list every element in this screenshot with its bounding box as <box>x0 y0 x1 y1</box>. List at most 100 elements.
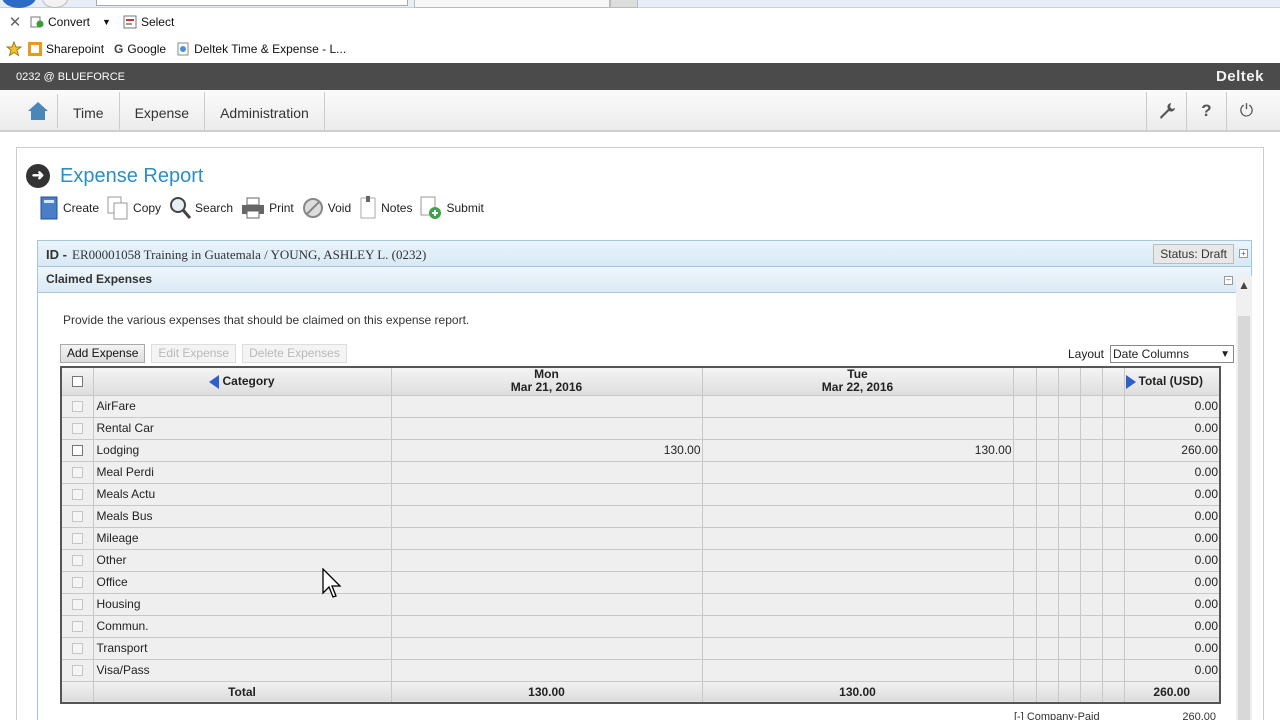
notes-button[interactable]: Notes <box>359 196 412 220</box>
logout-button[interactable]: ⏻ <box>1226 92 1266 130</box>
select-all-checkbox[interactable] <box>71 375 83 387</box>
category-cell[interactable]: Meal Perdi <box>92 460 392 484</box>
mon-amount-cell[interactable] <box>390 658 703 682</box>
table-row[interactable]: Meals Bus 0.00 <box>60 504 1221 528</box>
category-cell[interactable]: Office <box>92 570 392 594</box>
mon-amount-cell[interactable] <box>390 416 703 440</box>
mon-amount-cell[interactable] <box>390 614 703 638</box>
row-checkbox[interactable] <box>71 598 83 610</box>
row-checkbox[interactable] <box>71 422 83 434</box>
convert-button[interactable]: Convert ▼ <box>30 15 111 29</box>
collapse-icon[interactable]: – <box>1224 276 1233 285</box>
mon-amount-cell[interactable] <box>390 460 703 484</box>
tue-amount-cell[interactable] <box>701 592 1014 616</box>
delete-expenses-button[interactable]: Delete Expenses <box>242 344 347 363</box>
table-row[interactable]: Mileage 0.00 <box>60 526 1221 550</box>
table-row[interactable]: Meals Actu 0.00 <box>60 482 1221 506</box>
claimed-expenses-header[interactable]: Claimed Expenses – <box>37 267 1252 293</box>
help-button[interactable]: ? <box>1186 92 1226 130</box>
category-cell[interactable]: Meals Bus <box>92 504 392 528</box>
row-checkbox[interactable] <box>71 576 83 588</box>
tue-amount-cell[interactable] <box>701 394 1014 418</box>
table-row[interactable]: Meal Perdi 0.00 <box>60 460 1221 484</box>
address-bar[interactable] <box>96 0 408 6</box>
mon-amount-cell[interactable] <box>390 504 703 528</box>
table-row[interactable]: Transport 0.00 <box>60 636 1221 660</box>
tue-amount-cell[interactable] <box>701 504 1014 528</box>
vertical-scrollbar[interactable]: ▲ <box>1236 276 1252 720</box>
category-cell[interactable]: Transport <box>92 636 392 660</box>
tue-amount-cell[interactable] <box>701 548 1014 572</box>
row-checkbox[interactable] <box>71 664 83 676</box>
scroll-up-icon[interactable]: ▲ <box>1238 278 1250 292</box>
search-button[interactable]: Search <box>169 196 233 220</box>
close-icon[interactable]: ✕ <box>0 13 30 31</box>
prev-arrow-icon[interactable] <box>209 374 220 389</box>
void-button[interactable]: Void <box>302 197 351 219</box>
row-checkbox[interactable] <box>71 554 83 566</box>
mon-amount-cell[interactable] <box>390 394 703 418</box>
tue-amount-cell[interactable] <box>701 482 1014 506</box>
category-cell[interactable]: Other <box>92 548 392 572</box>
add-expense-button[interactable]: Add Expense <box>60 344 146 363</box>
row-checkbox[interactable] <box>71 466 83 478</box>
mon-amount-cell[interactable] <box>390 548 703 572</box>
tue-amount-cell[interactable] <box>701 526 1014 550</box>
print-button[interactable]: Print <box>241 197 294 219</box>
company-paid-toggle[interactable]: [-] Company-Paid <box>1014 711 1100 720</box>
table-row[interactable]: Office 0.00 <box>60 570 1221 594</box>
create-button[interactable]: Create <box>39 196 99 220</box>
new-tab-button[interactable] <box>610 0 638 8</box>
scrollbar-thumb[interactable] <box>1238 316 1250 720</box>
tue-amount-cell[interactable] <box>701 460 1014 484</box>
tue-amount-cell[interactable]: 130.00 <box>701 438 1014 462</box>
copy-button[interactable]: Copy <box>107 196 161 220</box>
category-cell[interactable]: Meals Actu <box>92 482 392 506</box>
mon-amount-cell[interactable] <box>390 570 703 594</box>
table-row[interactable]: AirFare 0.00 <box>60 394 1221 418</box>
nav-expense[interactable]: Expense <box>120 92 206 130</box>
tue-amount-cell[interactable] <box>701 614 1014 638</box>
edit-expense-button[interactable]: Edit Expense <box>151 344 237 363</box>
chevron-down-icon[interactable]: ▼ <box>102 17 111 27</box>
nav-administration[interactable]: Administration <box>205 92 325 130</box>
back-button[interactable] <box>2 0 36 8</box>
submit-button[interactable]: Submit <box>420 196 484 220</box>
table-row[interactable]: Lodging 130.00 130.00 260.00 <box>60 438 1221 462</box>
table-row[interactable]: Housing 0.00 <box>60 592 1221 616</box>
favorite-deltek[interactable]: Deltek Time & Expense - L... <box>176 42 346 56</box>
forward-button[interactable] <box>42 0 68 8</box>
mon-amount-cell[interactable] <box>390 482 703 506</box>
next-arrow-icon[interactable] <box>1125 374 1136 389</box>
select-button[interactable]: Select <box>123 15 174 29</box>
row-checkbox[interactable] <box>71 620 83 632</box>
table-row[interactable]: Visa/Pass 0.00 <box>60 658 1221 682</box>
row-checkbox[interactable] <box>71 510 83 522</box>
arrow-right-icon[interactable]: ➜ <box>26 164 50 188</box>
browser-tab[interactable] <box>414 0 610 8</box>
row-checkbox[interactable] <box>71 642 83 654</box>
mon-amount-cell[interactable] <box>390 636 703 660</box>
settings-button[interactable] <box>1146 92 1186 130</box>
favorite-sharepoint[interactable]: Sharepoint <box>28 42 104 56</box>
category-cell[interactable]: Housing <box>92 592 392 616</box>
category-cell[interactable]: Visa/Pass <box>92 658 392 682</box>
category-cell[interactable]: Mileage <box>92 526 392 550</box>
row-checkbox[interactable] <box>71 532 83 544</box>
row-checkbox[interactable] <box>71 400 83 412</box>
mon-amount-cell[interactable] <box>390 592 703 616</box>
expand-icon[interactable]: + <box>1239 249 1248 258</box>
favorites-star-icon[interactable] <box>6 41 22 57</box>
total-header[interactable]: Total (USD) <box>1123 366 1221 396</box>
table-row[interactable]: Rental Car 0.00 <box>60 416 1221 440</box>
category-header[interactable]: Category <box>92 366 392 396</box>
favorite-google[interactable]: G Google <box>114 42 166 56</box>
tue-amount-cell[interactable] <box>701 658 1014 682</box>
category-cell[interactable]: AirFare <box>92 394 392 418</box>
tue-amount-cell[interactable] <box>701 636 1014 660</box>
category-cell[interactable]: Commun. <box>92 614 392 638</box>
home-button[interactable] <box>18 94 58 128</box>
mon-amount-cell[interactable]: 130.00 <box>390 438 703 462</box>
row-checkbox[interactable] <box>71 488 83 500</box>
category-cell[interactable]: Rental Car <box>92 416 392 440</box>
